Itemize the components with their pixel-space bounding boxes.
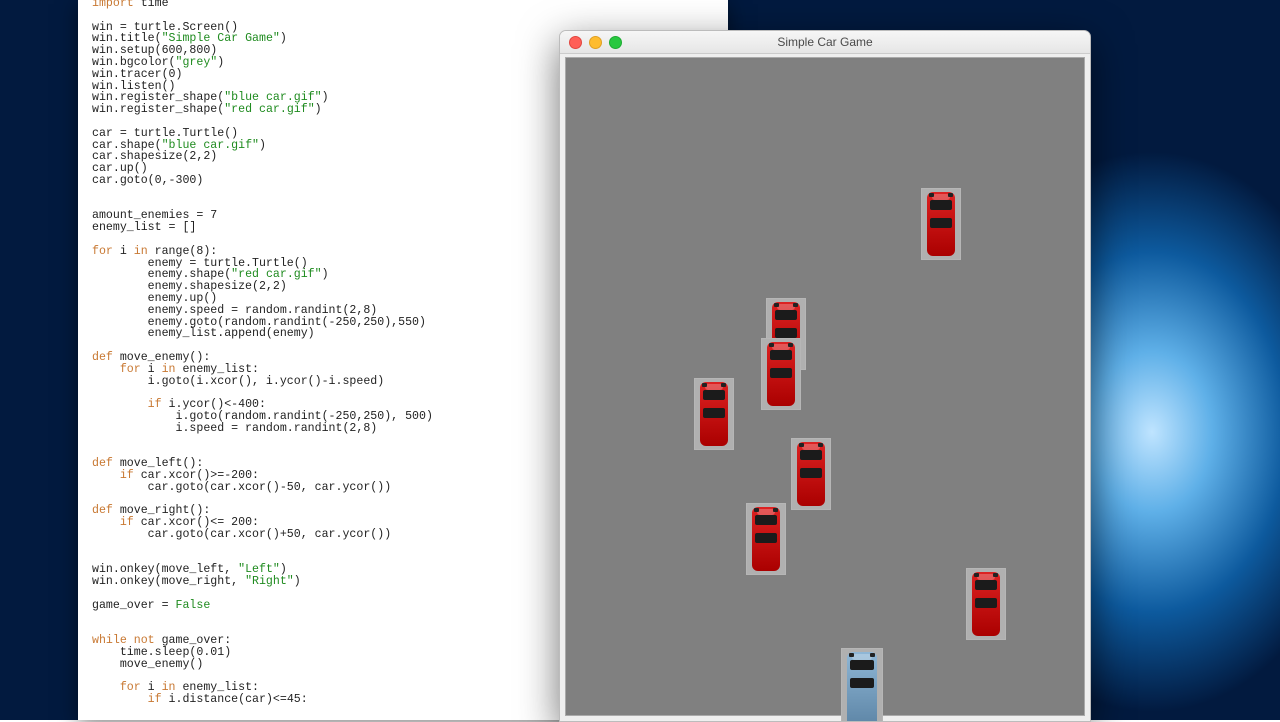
minimize-icon[interactable] (589, 36, 602, 49)
enemy-car-0 (921, 188, 961, 260)
enemy-car-5 (746, 503, 786, 575)
game-canvas[interactable] (565, 57, 1085, 716)
enemy-car-4 (791, 438, 831, 510)
game-titlebar[interactable]: Simple Car Game (560, 31, 1090, 54)
game-window[interactable]: Simple Car Game (559, 30, 1091, 722)
zoom-icon[interactable] (609, 36, 622, 49)
enemy-car-6 (966, 568, 1006, 640)
player-car (841, 648, 883, 722)
enemy-car-3 (694, 378, 734, 450)
game-window-title: Simple Car Game (777, 35, 872, 49)
window-controls (569, 36, 622, 49)
enemy-car-2 (761, 338, 801, 410)
close-icon[interactable] (569, 36, 582, 49)
